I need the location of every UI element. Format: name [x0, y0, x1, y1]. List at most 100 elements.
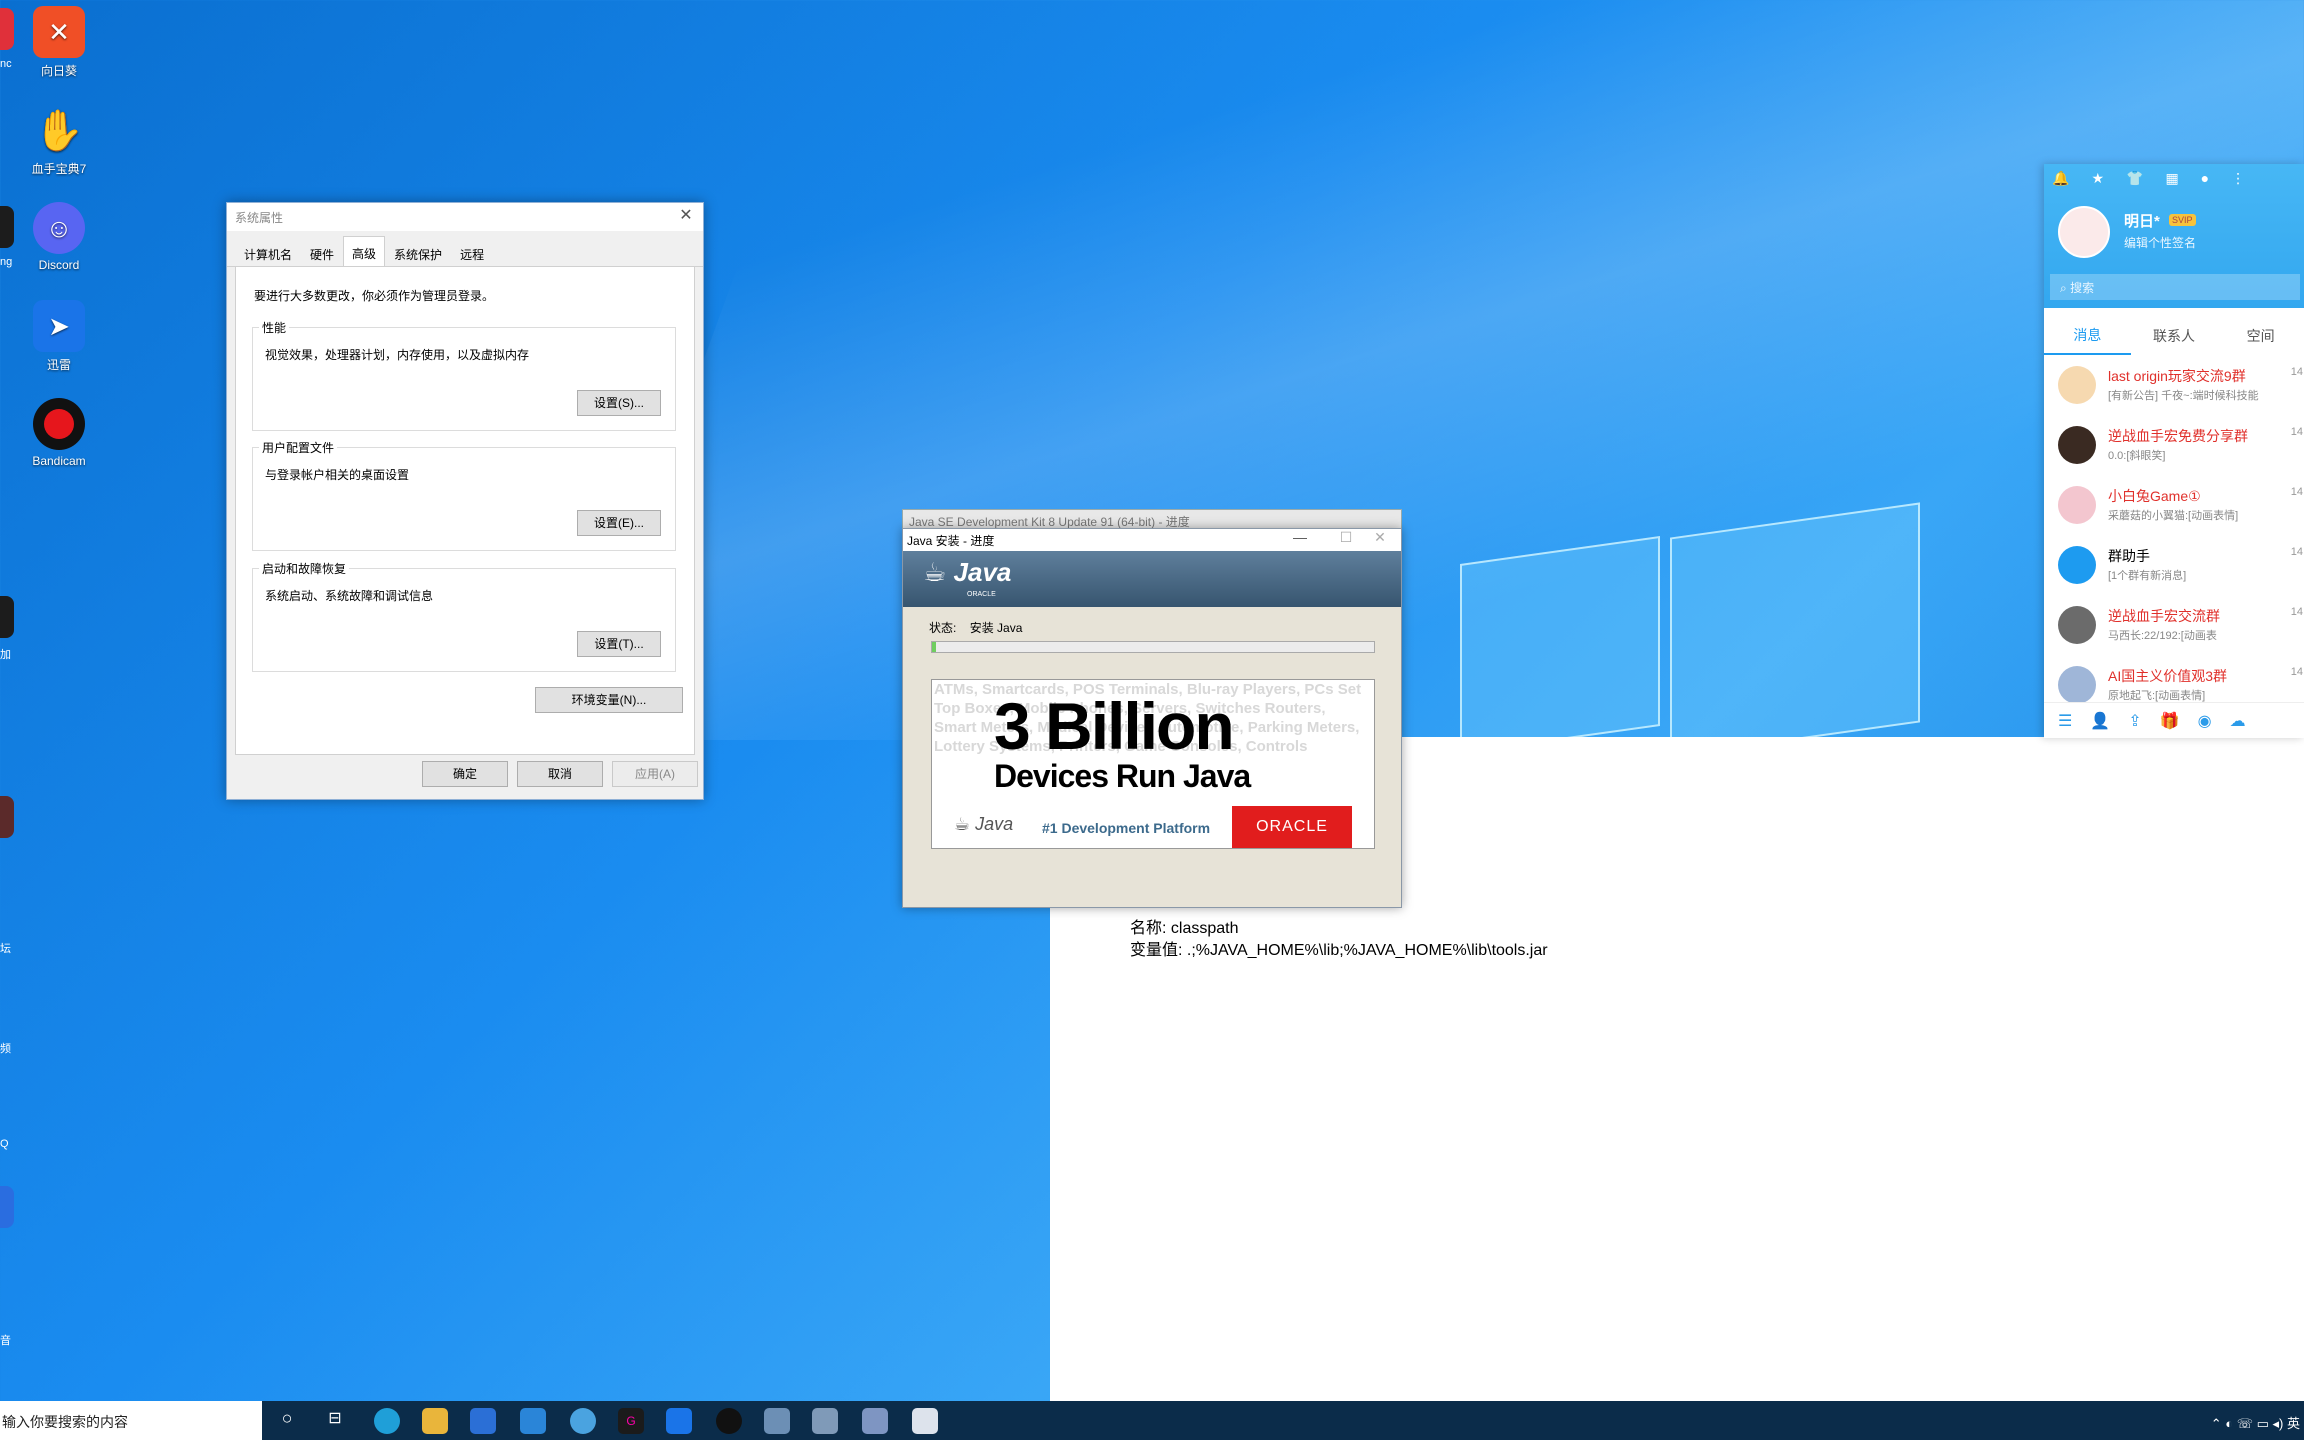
qq-toolbar: 🔔 ★ 👕 ▦ ● ⋮	[2052, 170, 2245, 187]
desktop-icon-label: 迅雷	[46, 358, 71, 372]
chat-time: 14:	[2290, 486, 2304, 498]
group-title: 用户配置文件	[259, 439, 338, 456]
admin-notice: 要进行大多数更改，你必须作为管理员登录。	[254, 289, 495, 303]
java-installer-icon[interactable]	[862, 1408, 888, 1434]
qq-header: 🔔 ★ 👕 ▦ ● ⋮ 明日* SVIP 编辑个性签名 ⌕ 搜索 消息 联系人 …	[2044, 164, 2304, 364]
desktop-icon-xunlei[interactable]: ➤ 迅雷	[14, 300, 104, 373]
tab-computer-name[interactable]: 计算机名	[235, 239, 301, 266]
chat-title: 逆战血手宏免费分享群	[2108, 428, 2248, 444]
qq-bottom-bar: ☰ 👤 ⇪ 🎁 ◉ ☁	[2044, 702, 2304, 738]
tab-advanced[interactable]: 高级	[343, 236, 386, 266]
edge-app-icon[interactable]	[0, 1186, 14, 1228]
game-icon[interactable]: ◉	[2198, 711, 2212, 730]
input-method-indicator[interactable]: 英	[2287, 1416, 2300, 1431]
minimize-icon[interactable]: —	[1285, 529, 1315, 545]
environment-variables-button[interactable]: 环境变量(N)...	[535, 687, 683, 713]
app-icon[interactable]	[764, 1408, 790, 1434]
close-icon[interactable]: ✕	[1365, 529, 1395, 546]
edge-app-icon[interactable]	[0, 206, 14, 248]
chat-title: AI国主义价值观3群	[2108, 668, 2228, 684]
more-icon[interactable]: ⋮	[2231, 170, 2245, 187]
user-profiles-group: 用户配置文件 与登录帐户相关的桌面设置 设置(E)...	[252, 439, 676, 551]
desktop-icon-discord[interactable]: ☺ Discord	[14, 202, 104, 272]
tab-contacts[interactable]: 联系人	[2131, 326, 2218, 346]
edge-app-icon[interactable]	[0, 596, 14, 638]
performance-settings-button[interactable]: 设置(S)...	[577, 390, 661, 416]
mail-icon[interactable]	[520, 1408, 546, 1434]
java-installer-dialog: Java 安装 - 进度 — ☐ ✕ ☕ Java ORACLE 状态: 安装 …	[902, 528, 1402, 908]
edge-label: nc	[0, 58, 12, 70]
cortana-icon[interactable]: ○	[274, 1408, 300, 1434]
desktop-icon-label: Discord	[38, 258, 80, 272]
tab-remote[interactable]: 远程	[451, 239, 493, 266]
ok-button[interactable]: 确定	[422, 761, 508, 787]
shirt-icon[interactable]: 👕	[2126, 170, 2143, 187]
classpath-name-line: 名称: classpath	[1130, 920, 1239, 937]
chat-title: last origin玩家交流9群	[2108, 368, 2246, 384]
list-item[interactable]: 逆战血手宏交流群 马西长:22/192:[动画表 14:	[2044, 596, 2304, 656]
cloud-icon[interactable]: ☁	[2230, 711, 2246, 730]
status-label: 状态:	[929, 621, 957, 635]
startup-recovery-group: 启动和故障恢复 系统启动、系统故障和调试信息 设置(T)...	[252, 560, 676, 672]
java-icon[interactable]	[912, 1408, 938, 1434]
close-icon[interactable]: ✕	[675, 205, 697, 227]
desktop-icon-sunlogin[interactable]: ✕ 向日葵	[14, 6, 104, 79]
task-view-icon[interactable]: ⊟	[322, 1408, 348, 1434]
desktop-icon-bandicam[interactable]: Bandicam	[14, 398, 104, 468]
calendar-icon[interactable]: ▦	[2165, 170, 2178, 187]
list-item[interactable]: 逆战血手宏免费分享群 0.0:[斜眼笑] 14:	[2044, 416, 2304, 476]
oracle-sublogo: ORACLE	[967, 591, 996, 598]
gcloud-icon[interactable]: G	[618, 1408, 644, 1434]
tab-space[interactable]: 空间	[2217, 326, 2304, 346]
gift-icon[interactable]: 🎁	[2160, 711, 2180, 730]
list-item[interactable]: last origin玩家交流9群 [有新公告] 千夜~:端时候科技能 14:	[2044, 356, 2304, 416]
qq-penguin-icon[interactable]: ●	[2201, 170, 2209, 187]
maximize-icon[interactable]: ☐	[1331, 529, 1361, 546]
store-icon[interactable]	[470, 1408, 496, 1434]
edge-app-icon[interactable]	[0, 796, 14, 838]
edge-label: ng	[0, 256, 13, 268]
star-icon[interactable]: ★	[2091, 170, 2104, 187]
system-tray[interactable]: ⌃ ◐ ☏ ▭ ◂) 英	[2211, 1413, 2300, 1432]
dialog-titlebar: 系统属性 ✕	[227, 203, 703, 231]
discord-icon: ☺	[33, 202, 85, 254]
windows-logo-wallpaper	[1460, 480, 1930, 758]
edge-app-icon[interactable]	[0, 8, 14, 50]
signature[interactable]: 编辑个性签名	[2124, 234, 2196, 251]
profile-settings-button[interactable]: 设置(E)...	[577, 510, 661, 536]
desktop-icon-bloodhand[interactable]: ✋ 血手宝典7	[14, 104, 104, 177]
list-item[interactable]: 群助手 [1个群有新消息] 14:	[2044, 536, 2304, 596]
edge-browser-icon[interactable]	[374, 1408, 400, 1434]
system-properties-icon[interactable]	[812, 1408, 838, 1434]
chat-time: 14:	[2290, 666, 2304, 678]
tab-hardware[interactable]: 硬件	[301, 239, 343, 266]
cancel-button[interactable]: 取消	[517, 761, 603, 787]
app-icon[interactable]: ⇪	[2128, 711, 2141, 730]
chat-preview: [有新公告] 千夜~:端时候科技能	[2108, 390, 2259, 402]
file-explorer-icon[interactable]	[422, 1408, 448, 1434]
bell-icon[interactable]: 🔔	[2052, 170, 2069, 187]
java-title: Java 安装 - 进度	[907, 534, 995, 548]
qq-search-input[interactable]: ⌕ 搜索	[2050, 274, 2300, 300]
java-logo-text: Java	[953, 557, 1012, 587]
list-item[interactable]: 小白兔Game① 采蘑菇的小翼猫:[动画表情] 14:	[2044, 476, 2304, 536]
avatar	[2058, 366, 2096, 404]
svip-badge: SVIP	[2169, 214, 2196, 226]
xunlei-icon[interactable]	[666, 1408, 692, 1434]
menu-icon[interactable]: ☰	[2058, 711, 2072, 730]
edge-label: 频	[0, 1043, 11, 1055]
avatar[interactable]	[2058, 206, 2110, 258]
contacts-icon[interactable]: 👤	[2090, 711, 2110, 730]
app-icon[interactable]	[570, 1408, 596, 1434]
qq-search-placeholder: 搜索	[2070, 281, 2095, 295]
chat-preview: 原地起飞:[动画表情]	[2108, 690, 2206, 702]
avatar	[2058, 426, 2096, 464]
startup-settings-button[interactable]: 设置(T)...	[577, 631, 661, 657]
tab-system-protection[interactable]: 系统保护	[385, 239, 451, 266]
tab-messages[interactable]: 消息	[2044, 325, 2131, 355]
group-title: 性能	[259, 319, 290, 336]
taskbar-search-input[interactable]: 输入你要搜索的内容	[0, 1401, 262, 1440]
apply-button[interactable]: 应用(A)	[612, 761, 698, 787]
bandicam-icon[interactable]	[716, 1408, 742, 1434]
jdk-window-title: Java SE Development Kit 8 Update 91 (64-…	[909, 515, 1190, 529]
